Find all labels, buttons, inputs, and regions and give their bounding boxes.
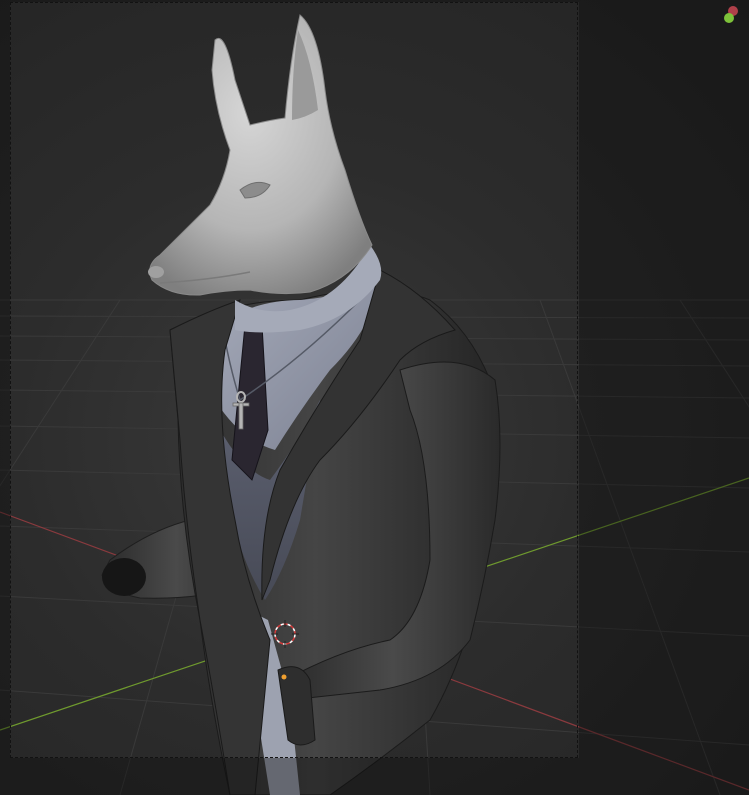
nose bbox=[148, 266, 164, 278]
3d-viewport[interactable] bbox=[0, 0, 749, 795]
left-cuff-opening bbox=[102, 558, 146, 596]
character-model[interactable] bbox=[101, 14, 501, 795]
viewport-scene bbox=[0, 14, 749, 795]
navigation-gizmo[interactable] bbox=[720, 6, 744, 30]
object-origin-dot bbox=[281, 674, 287, 680]
jackal-head bbox=[149, 14, 373, 296]
gizmo-y-axis-icon[interactable] bbox=[724, 13, 734, 23]
